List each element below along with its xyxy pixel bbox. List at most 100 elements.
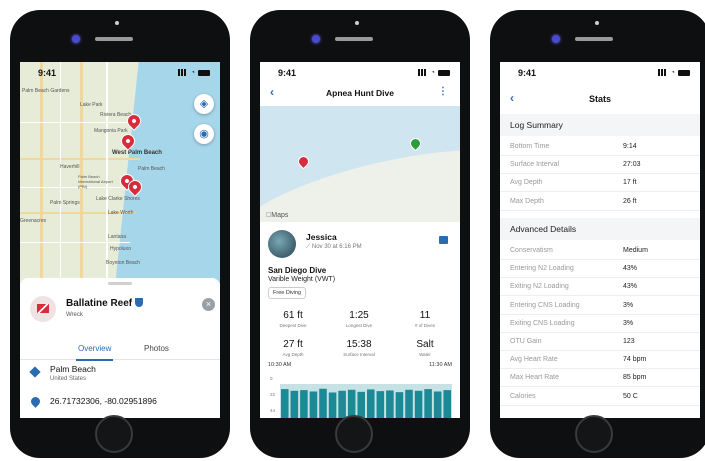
status-icons: ◔ — [177, 69, 210, 76]
map-label: Haverhill — [60, 164, 80, 170]
dive-location-map[interactable]: Maps — [260, 106, 460, 222]
location-pin-icon — [29, 395, 42, 408]
screen-map-view: 9:41 ◔ Palm Beach Gardens Lake Park Rivi… — [20, 62, 220, 418]
locate-icon[interactable]: ◉ — [194, 124, 214, 144]
home-button[interactable] — [575, 415, 613, 453]
stat-label: Entering CNS Loading — [510, 301, 580, 309]
depth-bar — [328, 392, 337, 418]
stat-row: Avg Heart Rate 74 bpm — [500, 351, 700, 370]
stat-label: Avg Heart Rate — [510, 356, 558, 364]
direction-icon — [29, 366, 41, 378]
dive-subtitle: Varible Weight (VWT) — [268, 276, 336, 283]
apple-maps-logo: Maps — [266, 212, 288, 219]
screen-stats: 9:41 ◔ ‹ Stats Log Summary Bottom Time 9:… — [500, 62, 700, 418]
land — [260, 129, 460, 222]
stat-label: Exiting CNS Loading — [510, 319, 575, 327]
site-title: Ballatine Reef — [66, 298, 144, 309]
status-time: 9:41 — [278, 68, 297, 78]
map-label: Hypoluxo — [110, 246, 131, 252]
home-button[interactable] — [335, 415, 373, 453]
stat-value: 74 bpm — [623, 356, 647, 364]
close-icon[interactable]: × — [202, 298, 215, 311]
phone-2: 9:41 ◔ ‹ Apnea Hunt Dive ⋮ Maps Jessica… — [250, 10, 470, 458]
drag-handle[interactable] — [108, 282, 132, 285]
section-log-summary: Log Summary — [500, 114, 700, 136]
depth-chart[interactable]: 0 22 44 — [268, 374, 454, 418]
coordinates-text[interactable]: 26.71732306, -80.02951896 — [50, 396, 157, 406]
tab-photos[interactable]: Photos — [144, 344, 169, 353]
stat-row: Entering CNS Loading 3% — [500, 297, 700, 315]
map-label: Greenacres — [20, 218, 47, 224]
stat-label: Conservatism — [510, 247, 553, 254]
stat-label: Max Heart Rate — [510, 374, 560, 382]
stat-deepest: 61 ft Deepest Dive — [279, 310, 307, 328]
depth-bar — [376, 391, 385, 418]
map-road — [20, 158, 140, 160]
site-type: Wreck — [66, 312, 83, 318]
speaker-grille — [335, 37, 373, 41]
map-label: Mangonia Park — [94, 128, 128, 134]
stat-row: Surface Interval 27:03 — [500, 156, 700, 175]
section-advanced-details: Advanced Details — [500, 218, 700, 240]
page-title: Apnea Hunt Dive — [325, 88, 394, 98]
home-button[interactable] — [95, 415, 133, 453]
entry-pin[interactable] — [295, 153, 312, 170]
stat-longest: 1:25 Longest Dive — [345, 310, 373, 328]
phone-1: 9:41 ◔ Palm Beach Gardens Lake Park Rivi… — [10, 10, 230, 458]
stat-row: Entering N2 Loading 43% — [500, 260, 700, 279]
stat-avg-depth: 27 ft Avg Depth — [282, 339, 304, 357]
depth-bar — [414, 390, 423, 418]
stat-label: Exiting N2 Loading — [510, 283, 569, 291]
stat-row: Conservatism Medium — [500, 242, 700, 260]
camera-dot — [115, 21, 119, 25]
depth-bar — [338, 390, 346, 418]
location-name: Palm Beach — [50, 364, 96, 374]
share-icon[interactable] — [439, 236, 448, 244]
stat-row: Max Depth 26 ft — [500, 193, 700, 211]
map-label: Lantana — [108, 234, 127, 240]
layers-icon[interactable]: ◈ — [194, 94, 214, 114]
depth-bar — [281, 389, 289, 418]
user-name[interactable]: Jessica — [306, 232, 337, 242]
status-icons: ◔ — [417, 69, 450, 76]
stat-label: OTU Gain — [510, 338, 542, 345]
dive-flag-icon — [30, 296, 56, 322]
status-time: 9:41 — [38, 68, 57, 78]
map-label: Palm Springs — [50, 200, 80, 206]
depth-bar — [433, 391, 442, 418]
tab-overview[interactable]: Overview — [75, 344, 114, 361]
map-road — [80, 62, 83, 284]
dive-site-map[interactable]: 9:41 ◔ Palm Beach Gardens Lake Park Rivi… — [20, 62, 220, 284]
stat-row: Exiting N2 Loading 43% — [500, 278, 700, 297]
stat-value: 3% — [623, 301, 634, 309]
more-vertical-icon[interactable]: ⋮ — [438, 86, 448, 97]
stat-row: Avg Depth 17 ft — [500, 174, 700, 193]
stat-label: Calories — [510, 392, 536, 400]
avatar[interactable] — [268, 230, 296, 258]
map-road — [20, 242, 130, 243]
stat-row: Max Heart Rate 85 bpm — [500, 369, 700, 388]
y-tick-label: 44 — [270, 408, 276, 413]
depth-bar — [357, 391, 365, 418]
status-bar: 9:41 ◔ — [260, 68, 460, 82]
map-label: Lake Clarke Shores — [96, 196, 140, 202]
depth-bar — [319, 388, 327, 418]
map-road — [106, 62, 108, 284]
stat-row: Calories 50 C — [500, 388, 700, 406]
stat-dive-count: 11 # of Dives — [414, 310, 435, 328]
speaker-grille — [575, 37, 613, 41]
map-road — [60, 62, 61, 284]
status-icons: ◔ — [657, 69, 690, 76]
stat-value: 9:14 — [623, 143, 637, 150]
map-label: Palm Beach Gardens — [22, 88, 70, 94]
site-detail-sheet: Ballatine Reef Wreck × Overview Photos P… — [20, 278, 220, 418]
dive-title: San Diego Dive — [268, 266, 327, 275]
location-country: United States — [50, 376, 87, 382]
stat-value: 17 ft — [623, 179, 637, 187]
depth-bar — [347, 389, 356, 418]
exit-pin[interactable] — [407, 135, 424, 152]
stat-label: Entering N2 Loading — [510, 265, 574, 273]
stat-label: Surface Interval — [510, 161, 560, 169]
screen-dive-log: 9:41 ◔ ‹ Apnea Hunt Dive ⋮ Maps Jessica… — [260, 62, 460, 418]
stat-value: 123 — [623, 338, 635, 345]
